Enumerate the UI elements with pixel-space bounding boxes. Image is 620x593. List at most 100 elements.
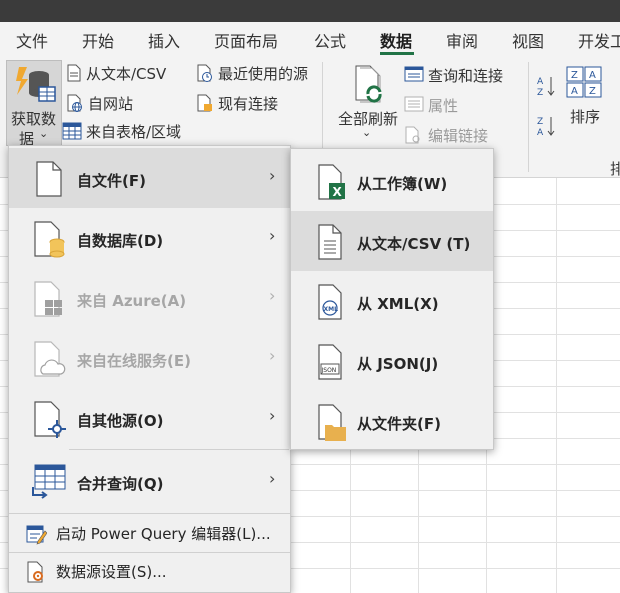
azure-icon (34, 281, 62, 317)
tab-view[interactable]: 视图 (512, 28, 544, 52)
from-text-csv-button[interactable]: 从文本/CSV (66, 62, 186, 84)
title-bar (0, 0, 620, 22)
svg-text:Z: Z (537, 117, 543, 127)
menu-item-from-file[interactable]: 自文件(F) › (9, 148, 290, 208)
tab-home[interactable]: 开始 (82, 28, 114, 52)
submenu-item-from-text-csv[interactable]: 从文本/CSV (T) (291, 211, 493, 271)
svg-text:A: A (537, 128, 544, 138)
get-data-button[interactable]: 获取数 据 ⌄ (6, 60, 62, 148)
menu-item-from-azure[interactable]: 来自 Azure(A) › (9, 268, 290, 328)
active-tab-indicator (380, 52, 414, 55)
tab-data[interactable]: 数据 (380, 28, 412, 52)
power-query-icon (26, 525, 47, 545)
excel-workbook-icon: X (318, 164, 345, 200)
text-file-icon (67, 64, 81, 82)
sort-za-icon: ZA (537, 117, 555, 138)
svg-text:Z: Z (537, 88, 543, 98)
from-web-button[interactable]: 自网站 (66, 92, 166, 114)
tab-file[interactable]: 文件 (16, 28, 48, 52)
data-source-settings-icon (27, 561, 43, 583)
chevron-down-icon: ⌄ (39, 127, 49, 140)
menu-divider (69, 449, 289, 450)
json-icon: JSON (318, 344, 342, 380)
properties-icon (404, 96, 424, 112)
other-sources-icon (34, 401, 66, 438)
chevron-right-icon: › (269, 226, 276, 245)
queries-connections-label: 查询和连接 (428, 67, 504, 85)
chevron-right-icon: › (269, 346, 276, 365)
svg-text:Z: Z (589, 86, 596, 97)
cloud-icon (34, 341, 66, 377)
from-text-csv-label: 从文本/CSV (86, 65, 167, 83)
sort-ascending-button[interactable]: AZ (536, 74, 556, 98)
refresh-icon (355, 65, 382, 103)
edit-links-button[interactable]: 编辑链接 (404, 124, 514, 146)
submenu-item-label: 从文件夹(F) (357, 415, 441, 433)
tab-developer[interactable]: 开发工 (578, 28, 620, 52)
chevron-right-icon: › (269, 286, 276, 305)
properties-label: 属性 (428, 97, 459, 115)
get-data-label-line1: 获取数 (11, 110, 57, 128)
chevron-right-icon: › (269, 406, 276, 425)
from-table-range-button[interactable]: 来自表格/区域 (62, 120, 192, 142)
chevron-down-icon: ⌄ (362, 126, 372, 139)
from-file-submenu: X 从工作簿(W) 从文本/CSV (T) XML 从 XML(X) JSON … (290, 148, 494, 450)
menu-item-label: 合并查询(Q) (77, 475, 164, 493)
queries-connections-button[interactable]: 查询和连接 (404, 64, 524, 86)
recent-sources-label: 最近使用的源 (218, 65, 309, 83)
menu-item-from-online-services[interactable]: 来自在线服务(E) › (9, 328, 290, 388)
svg-text:A: A (589, 70, 596, 81)
json-badge-text: JSON (321, 367, 337, 374)
existing-connections-icon (197, 94, 212, 112)
existing-connections-label: 现有连接 (218, 95, 279, 113)
refresh-all-button[interactable]: 全部刷新 ⌄ (334, 60, 402, 146)
ribbon-separator (528, 62, 529, 172)
sort-az-icon: AZ (537, 77, 555, 98)
excel-x-glyph: X (333, 185, 343, 199)
submenu-item-label: 从 XML(X) (357, 295, 439, 313)
submenu-item-label: 从文本/CSV (T) (357, 235, 471, 253)
chevron-right-icon: › (269, 166, 276, 185)
xml-icon: XML (318, 284, 342, 320)
submenu-item-from-xml[interactable]: XML 从 XML(X) (291, 271, 493, 331)
edit-links-icon (405, 126, 420, 144)
properties-button[interactable]: 属性 (404, 94, 484, 116)
sort-label: 排序 (570, 108, 601, 126)
edit-links-label: 编辑链接 (428, 127, 489, 145)
svg-text:A: A (537, 77, 544, 87)
get-data-icon (16, 67, 56, 102)
svg-text:A: A (571, 86, 578, 97)
submenu-item-from-workbook[interactable]: X 从工作簿(W) (291, 151, 493, 211)
tab-review[interactable]: 审阅 (446, 28, 478, 52)
recent-sources-button[interactable]: 最近使用的源 (196, 62, 316, 84)
svg-text:Z: Z (571, 70, 578, 81)
table-icon (62, 122, 82, 140)
existing-connections-button[interactable]: 现有连接 (196, 92, 296, 114)
tab-formulas[interactable]: 公式 (314, 28, 346, 52)
ribbon-tabs: 文件 开始 插入 页面布局 公式 数据 审阅 视图 开发工 (0, 22, 620, 56)
recent-sources-icon (197, 64, 212, 82)
menu-item-combine-queries[interactable]: 合并查询(Q) › (9, 451, 290, 511)
menu-item-label: 启动 Power Query 编辑器(L)... (56, 525, 271, 543)
get-data-menu: 自文件(F) › 自数据库(D) › 来自 Azure(A) › 来自在线服务(… (8, 145, 291, 593)
menu-item-launch-power-query[interactable]: 启动 Power Query 编辑器(L)... (9, 514, 290, 552)
database-icon (34, 221, 65, 258)
submenu-item-from-folder[interactable]: 从文件夹(F) (291, 391, 493, 451)
menu-item-from-database[interactable]: 自数据库(D) › (9, 208, 290, 268)
chevron-right-icon: › (269, 469, 276, 488)
xml-badge-text: XML (324, 306, 339, 313)
sort-button[interactable]: ZAAZ 排序 (562, 64, 608, 144)
tab-insert[interactable]: 插入 (148, 28, 180, 52)
text-csv-icon (318, 224, 342, 260)
tab-page-layout[interactable]: 页面布局 (214, 28, 278, 52)
menu-item-from-other-sources[interactable]: 自其他源(O) › (9, 388, 290, 448)
from-web-label: 自网站 (88, 95, 134, 113)
sort-filter-group-label: 排 (610, 160, 620, 178)
submenu-item-from-json[interactable]: JSON 从 JSON(J) (291, 331, 493, 391)
menu-item-data-source-settings[interactable]: 数据源设置(S)... (9, 552, 290, 590)
submenu-item-label: 从 JSON(J) (357, 355, 439, 373)
sort-descending-button[interactable]: ZA (536, 114, 556, 138)
menu-item-label: 来自 Azure(A) (77, 292, 187, 310)
menu-item-label: 自数据库(D) (77, 232, 164, 250)
menu-item-label: 来自在线服务(E) (77, 352, 191, 370)
